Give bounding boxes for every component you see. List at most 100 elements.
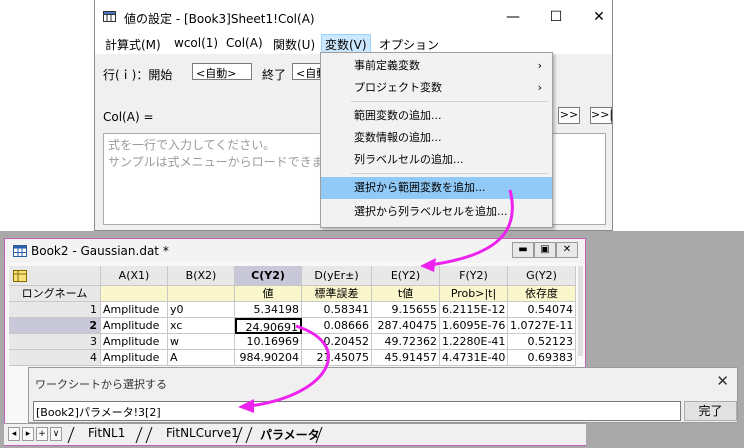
menu-item-add-column-label-cell[interactable]: 列ラベルセルの追加... <box>321 149 552 171</box>
table-cell[interactable]: 5.34198 <box>235 302 302 318</box>
corner-cell[interactable] <box>9 266 101 286</box>
row-number[interactable]: 2 <box>9 318 101 334</box>
scroll-left-icon[interactable]: ◂ <box>8 427 20 441</box>
chevron-right-icon: › <box>537 59 542 72</box>
tab-fitnlcurve1[interactable]: FitNLCurve1 <box>166 426 239 440</box>
select-all-icon <box>13 270 27 282</box>
table-row: 3 Amplitude w 10.16969 0.20452 49.72362 … <box>9 334 579 350</box>
long-name-header[interactable]: ロングネーム <box>9 286 101 302</box>
chevron-right-icon: › <box>537 81 542 94</box>
table-cell[interactable]: 1.0727E-11 <box>508 318 576 334</box>
table-cell[interactable]: 6.2115E-12 <box>440 302 508 318</box>
table-cell[interactable]: y0 <box>168 302 235 318</box>
table-cell[interactable]: 4.4731E-40 <box>440 350 508 366</box>
table-cell[interactable]: Amplitude <box>101 350 168 366</box>
table-cell[interactable]: A <box>168 350 235 366</box>
row-end-input[interactable]: <自動> <box>292 63 322 80</box>
table-cell[interactable]: xc <box>168 318 235 334</box>
column-header-c[interactable]: C(Y2) <box>235 266 302 286</box>
menu-separator <box>351 173 548 174</box>
table-cell[interactable]: 1.6095E-76 <box>440 318 508 334</box>
table-cell[interactable]: 0.08666 <box>302 318 372 334</box>
restore-icon[interactable]: ▣ <box>534 242 556 258</box>
last-column-button[interactable]: >>| <box>590 107 613 124</box>
table-cell[interactable]: 0.58341 <box>302 302 372 318</box>
row-start-input[interactable]: <自動> <box>192 63 252 80</box>
add-sheet-icon[interactable]: + <box>36 427 48 441</box>
table-cell[interactable]: 45.91457 <box>372 350 440 366</box>
table-cell[interactable]: 1.2280E-41 <box>440 334 508 350</box>
menu-item-predefined-variables[interactable]: 事前定義変数 › <box>321 55 552 77</box>
close-icon[interactable]: ✕ <box>556 242 578 258</box>
table-cell[interactable]: 21.45075 <box>302 350 372 366</box>
table-cell[interactable]: Amplitude <box>101 302 168 318</box>
menu-functions[interactable]: 関数(U) <box>273 36 315 53</box>
long-name-cell[interactable]: 標準誤差 <box>302 286 372 302</box>
close-icon[interactable]: ✕ <box>716 372 729 390</box>
next-column-button[interactable]: >> <box>558 107 580 124</box>
table-cell[interactable]: w <box>168 334 235 350</box>
menu-formula[interactable]: 計算式(M) <box>105 36 161 53</box>
table-cell[interactable]: 287.40475 <box>372 318 440 334</box>
menu-options[interactable]: オプション <box>379 36 439 53</box>
set-values-title: 値の設定 - [Book3]Sheet1!Col(A) <box>124 12 315 26</box>
long-name-cell[interactable]: Prob>|t| <box>440 286 508 302</box>
long-name-cell[interactable] <box>168 286 235 302</box>
sheet-list-icon[interactable]: ∨ <box>50 427 62 441</box>
row-number[interactable]: 4 <box>9 350 101 366</box>
menu-cola[interactable]: Col(A) <box>226 36 263 50</box>
menu-item-project-variables[interactable]: プロジェクト変数 › <box>321 77 552 99</box>
long-name-cell[interactable]: 値 <box>235 286 302 302</box>
long-name-cell[interactable]: t値 <box>372 286 440 302</box>
done-button[interactable]: 完了 <box>684 401 737 421</box>
close-icon[interactable]: ✕ <box>587 8 611 26</box>
menu-separator <box>351 101 548 102</box>
row-number[interactable]: 3 <box>9 334 101 350</box>
maximize-icon[interactable]: ☐ <box>544 8 568 26</box>
table-cell[interactable]: 9.15655 <box>372 302 440 318</box>
table-cell[interactable]: Amplitude <box>101 318 168 334</box>
menu-item-add-range-variable[interactable]: 範囲変数の追加... <box>321 105 552 127</box>
row-number[interactable]: 1 <box>9 302 101 318</box>
table-cell[interactable]: 984.90204 <box>235 350 302 366</box>
minimize-icon[interactable]: — <box>501 8 525 26</box>
selected-cell[interactable]: 24.90691 <box>235 318 302 334</box>
menu-item-add-variable-info[interactable]: 変数情報の追加... <box>321 127 552 149</box>
menu-item-add-column-label-from-selection[interactable]: 選択から列ラベルセルを追加... <box>321 201 552 223</box>
menu-item-label: 選択から列ラベルセルを追加... <box>354 205 508 218</box>
tab-fitnl1[interactable]: FitNL1 <box>88 426 125 440</box>
table-cell[interactable]: Amplitude <box>101 334 168 350</box>
table-cell[interactable]: 49.72362 <box>372 334 440 350</box>
column-header-e[interactable]: E(Y2) <box>372 266 440 286</box>
table-cell[interactable]: 0.20452 <box>302 334 372 350</box>
long-name-cell[interactable] <box>101 286 168 302</box>
column-header-d[interactable]: D(yEr±) <box>302 266 372 286</box>
column-header-g[interactable]: G(Y2) <box>508 266 576 286</box>
table-cell[interactable]: 0.69383 <box>508 350 576 366</box>
app-icon <box>103 11 116 22</box>
set-values-menubar: 計算式(M) wcol(1) Col(A) 関数(U) 変数(V) オプション <box>95 34 612 54</box>
minimize-icon[interactable]: ▬ <box>512 242 534 258</box>
menu-item-label: 事前定義変数 <box>354 59 420 72</box>
column-header-b[interactable]: B(X2) <box>168 266 235 286</box>
menu-item-label: 変数情報の追加... <box>354 131 442 144</box>
menu-item-add-range-variable-from-selection[interactable]: 選択から範囲変数を追加... <box>321 177 552 199</box>
table-cell[interactable]: 0.54074 <box>508 302 576 318</box>
column-header-f[interactable]: F(Y2) <box>440 266 508 286</box>
table-cell[interactable]: 0.52123 <box>508 334 576 350</box>
row-start-label: 行(ｉ)：開始 <box>103 68 173 82</box>
menu-item-label: プロジェクト変数 <box>354 81 442 94</box>
menu-variables[interactable]: 変数(V) <box>321 34 371 54</box>
table-cell[interactable]: 10.16969 <box>235 334 302 350</box>
select-from-worksheet-dialog: ワークシートから選択する ✕ [Book2]パラメータ!3[2] 完了 <box>28 367 738 423</box>
menu-item-label: 範囲変数の追加... <box>354 109 442 122</box>
menu-wcol[interactable]: wcol(1) <box>174 36 218 50</box>
range-input[interactable]: [Book2]パラメータ!3[2] <box>33 401 681 421</box>
long-name-cell[interactable]: 依存度 <box>508 286 576 302</box>
vertical-scrollbar[interactable] <box>578 266 583 356</box>
tab-parameters[interactable]: パラメータ <box>260 426 320 443</box>
column-header-a[interactable]: A(X1) <box>101 266 168 286</box>
scroll-right-icon[interactable]: ▸ <box>22 427 34 441</box>
menu-item-label: 選択から範囲変数を追加... <box>354 181 486 194</box>
table-row-selected: 2 Amplitude xc 24.90691 0.08666 287.4047… <box>9 318 579 334</box>
